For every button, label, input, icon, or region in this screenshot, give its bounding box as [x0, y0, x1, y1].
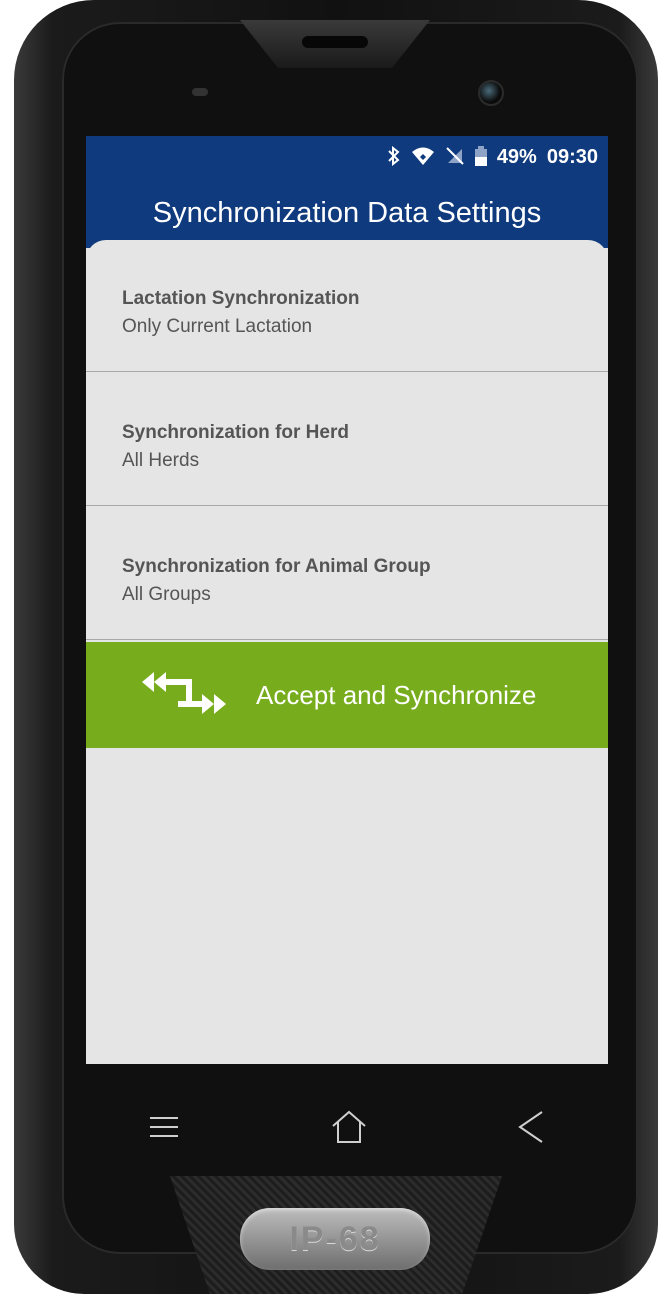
- accept-and-synchronize-button[interactable]: Accept and Synchronize: [86, 642, 608, 748]
- navigation-bar: [86, 1098, 608, 1168]
- badge-text: IP-68: [289, 1219, 381, 1258]
- proximity-sensor: [192, 88, 208, 96]
- app-bar: Synchronization Data Settings: [86, 178, 608, 248]
- setting-value: All Groups: [122, 584, 211, 605]
- front-camera: [478, 80, 504, 106]
- back-icon[interactable]: [516, 1108, 546, 1146]
- setting-title: Synchronization for Animal Group: [122, 556, 431, 577]
- sync-arrows-icon: [142, 672, 226, 714]
- setting-herd-sync[interactable]: Synchronization for Herd All Herds: [86, 374, 608, 506]
- clock: 09:30: [546, 145, 598, 168]
- screen: 49% 09:30 Synchronization Data Settings …: [86, 136, 608, 1064]
- battery-percent: 49%: [496, 145, 537, 168]
- setting-animal-group-sync[interactable]: Synchronization for Animal Group All Gro…: [86, 508, 608, 640]
- wifi-icon: [411, 146, 435, 169]
- setting-lactation-sync[interactable]: Lactation Synchronization Only Current L…: [86, 240, 608, 372]
- page-title: Synchronization Data Settings: [152, 196, 542, 229]
- menu-icon[interactable]: [148, 1112, 180, 1142]
- setting-title: Synchronization for Herd: [122, 422, 349, 443]
- ip68-badge: IP-68: [240, 1208, 430, 1270]
- earpiece-speaker: [302, 36, 368, 48]
- settings-content: Lactation Synchronization Only Current L…: [86, 240, 608, 1064]
- setting-title: Lactation Synchronization: [122, 288, 360, 309]
- setting-value: Only Current Lactation: [122, 316, 313, 337]
- status-bar: 49% 09:30: [86, 136, 608, 178]
- no-sim-icon: [445, 146, 465, 169]
- battery-icon: [474, 145, 487, 169]
- bluetooth-icon: [387, 145, 401, 169]
- sync-button-label: Accept and Synchronize: [256, 680, 537, 710]
- setting-value: All Herds: [122, 450, 200, 471]
- home-icon[interactable]: [330, 1108, 368, 1146]
